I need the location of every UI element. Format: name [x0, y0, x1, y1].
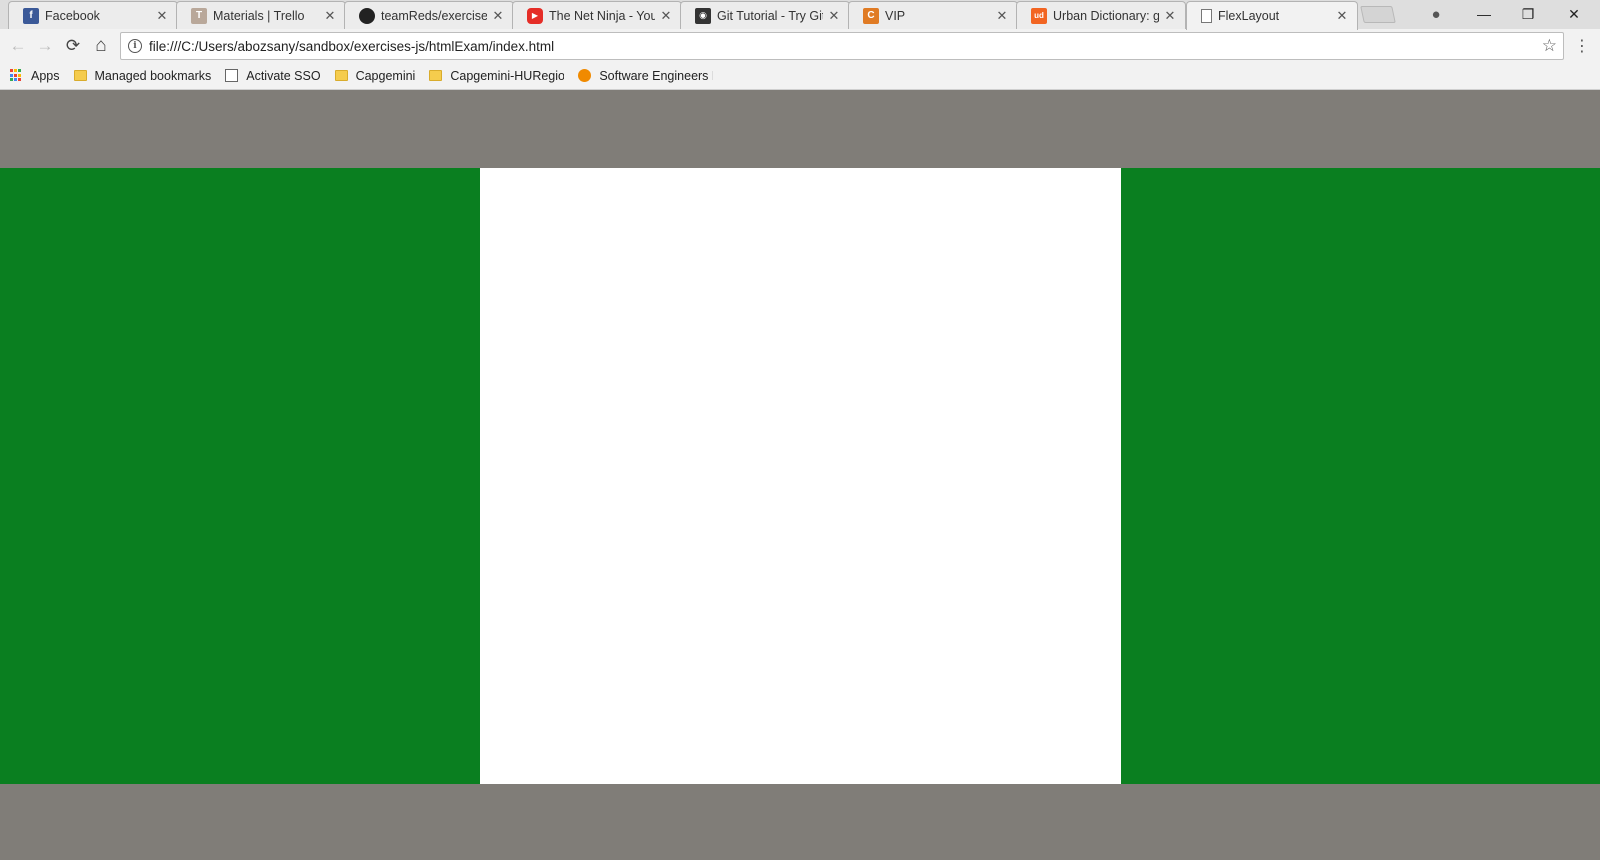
bookmark-label: Capgemini	[355, 68, 416, 83]
close-icon[interactable]: ✕	[491, 8, 505, 23]
bookmark-activate-sso[interactable]: Activate SSO	[225, 68, 321, 83]
tab-net-ninja[interactable]: ▶ The Net Ninja - You ✕	[512, 1, 682, 29]
bookmark-apps[interactable]: Apps	[10, 69, 60, 83]
bookmark-capgemini[interactable]: Capgemini	[334, 68, 416, 83]
tab-strip: f Facebook ✕ T Materials | Trello ✕ team…	[0, 0, 1600, 30]
youtube-icon: ▶	[527, 7, 543, 24]
tab-flexlayout[interactable]: FlexLayout ✕	[1186, 1, 1358, 30]
tab-title: VIP	[885, 8, 906, 23]
address-bar[interactable]: i file:///C:/Users/abozsany/sandbox/exer…	[120, 32, 1564, 60]
apps-grid-icon	[10, 69, 23, 82]
profile-icon[interactable]: ●	[1414, 0, 1458, 28]
tab-github[interactable]: teamReds/exercises ✕	[344, 1, 514, 29]
trello-icon: T	[191, 7, 207, 24]
orange-circle-icon	[578, 69, 592, 82]
close-icon[interactable]: ✕	[1335, 9, 1349, 23]
bookmark-capgemini-huregion[interactable]: Capgemini-HURegio	[429, 69, 564, 83]
left-column	[0, 168, 480, 784]
back-button[interactable]: ←	[5, 33, 31, 59]
tab-trello[interactable]: T Materials | Trello ✕	[176, 1, 346, 29]
close-icon[interactable]: ✕	[155, 8, 169, 23]
forward-button[interactable]: →	[32, 33, 58, 59]
bookmark-label: Managed bookmarks	[94, 68, 212, 83]
url-text[interactable]: file:///C:/Users/abozsany/sandbox/exerci…	[149, 39, 1542, 54]
tab-vip[interactable]: C VIP ✕	[848, 1, 1018, 29]
restore-button[interactable]: ❐	[1506, 0, 1550, 28]
tab-urban-dictionary[interactable]: ud Urban Dictionary: g ✕	[1016, 1, 1186, 29]
octocat-icon: ◉	[695, 7, 711, 24]
tab-title: teamReds/exercises	[381, 8, 487, 23]
bookmark-managed-bookmarks[interactable]: Managed bookmarks	[73, 68, 212, 83]
flex-row	[0, 168, 1600, 784]
close-icon[interactable]: ✕	[323, 8, 337, 23]
tab-title: Git Tutorial - Try Git	[717, 8, 823, 23]
reload-button[interactable]: ⟳	[60, 33, 86, 59]
facebook-icon: f	[23, 7, 39, 24]
close-icon[interactable]: ✕	[827, 8, 841, 23]
close-icon[interactable]: ✕	[659, 8, 673, 23]
info-icon[interactable]: i	[128, 39, 142, 53]
page-header	[0, 90, 1600, 168]
browser-toolbar: ← → ⟳ ⌂ i file:///C:/Users/abozsany/sand…	[0, 29, 1600, 62]
tab-try-git[interactable]: ◉ Git Tutorial - Try Git ✕	[680, 1, 850, 29]
close-icon[interactable]: ✕	[1163, 8, 1177, 23]
page-footer	[0, 784, 1600, 860]
page-viewport	[0, 90, 1600, 860]
bookmark-label: Capgemini-HURegio	[450, 68, 565, 83]
close-window-button[interactable]: ✕	[1552, 0, 1596, 28]
center-column	[480, 168, 1121, 784]
bookmark-label: Activate SSO	[246, 68, 321, 83]
bookmark-label: Apps	[31, 68, 60, 83]
tab-title: Facebook	[45, 8, 100, 23]
page-icon	[1201, 9, 1212, 23]
folder-icon	[334, 70, 348, 81]
tab-title: The Net Ninja - You	[549, 8, 655, 23]
star-icon[interactable]: ☆	[1542, 36, 1557, 56]
github-icon	[359, 7, 375, 24]
minimize-button[interactable]: —	[1462, 0, 1506, 28]
codecademy-icon: C	[863, 7, 879, 24]
close-icon[interactable]: ✕	[995, 8, 1009, 23]
folder-icon	[429, 70, 443, 81]
right-column	[1121, 168, 1600, 784]
tab-title: Urban Dictionary: g	[1053, 8, 1159, 23]
page-icon	[225, 69, 239, 82]
bookmark-software-engineers[interactable]: Software Engineers L	[578, 69, 713, 83]
bookmark-label: Software Engineers L	[599, 68, 714, 83]
tab-facebook[interactable]: f Facebook ✕	[8, 1, 178, 29]
folder-icon	[73, 70, 87, 81]
tab-title: Materials | Trello	[213, 8, 305, 23]
bookmarks-bar: Apps Managed bookmarks Activate SSO Capg…	[0, 62, 1600, 90]
home-button[interactable]: ⌂	[88, 33, 114, 59]
urban-dictionary-icon: ud	[1031, 7, 1047, 24]
tab-title: FlexLayout	[1218, 9, 1280, 23]
browser-menu-icon[interactable]: ⋮	[1572, 33, 1592, 59]
new-tab-button[interactable]	[1360, 6, 1396, 23]
